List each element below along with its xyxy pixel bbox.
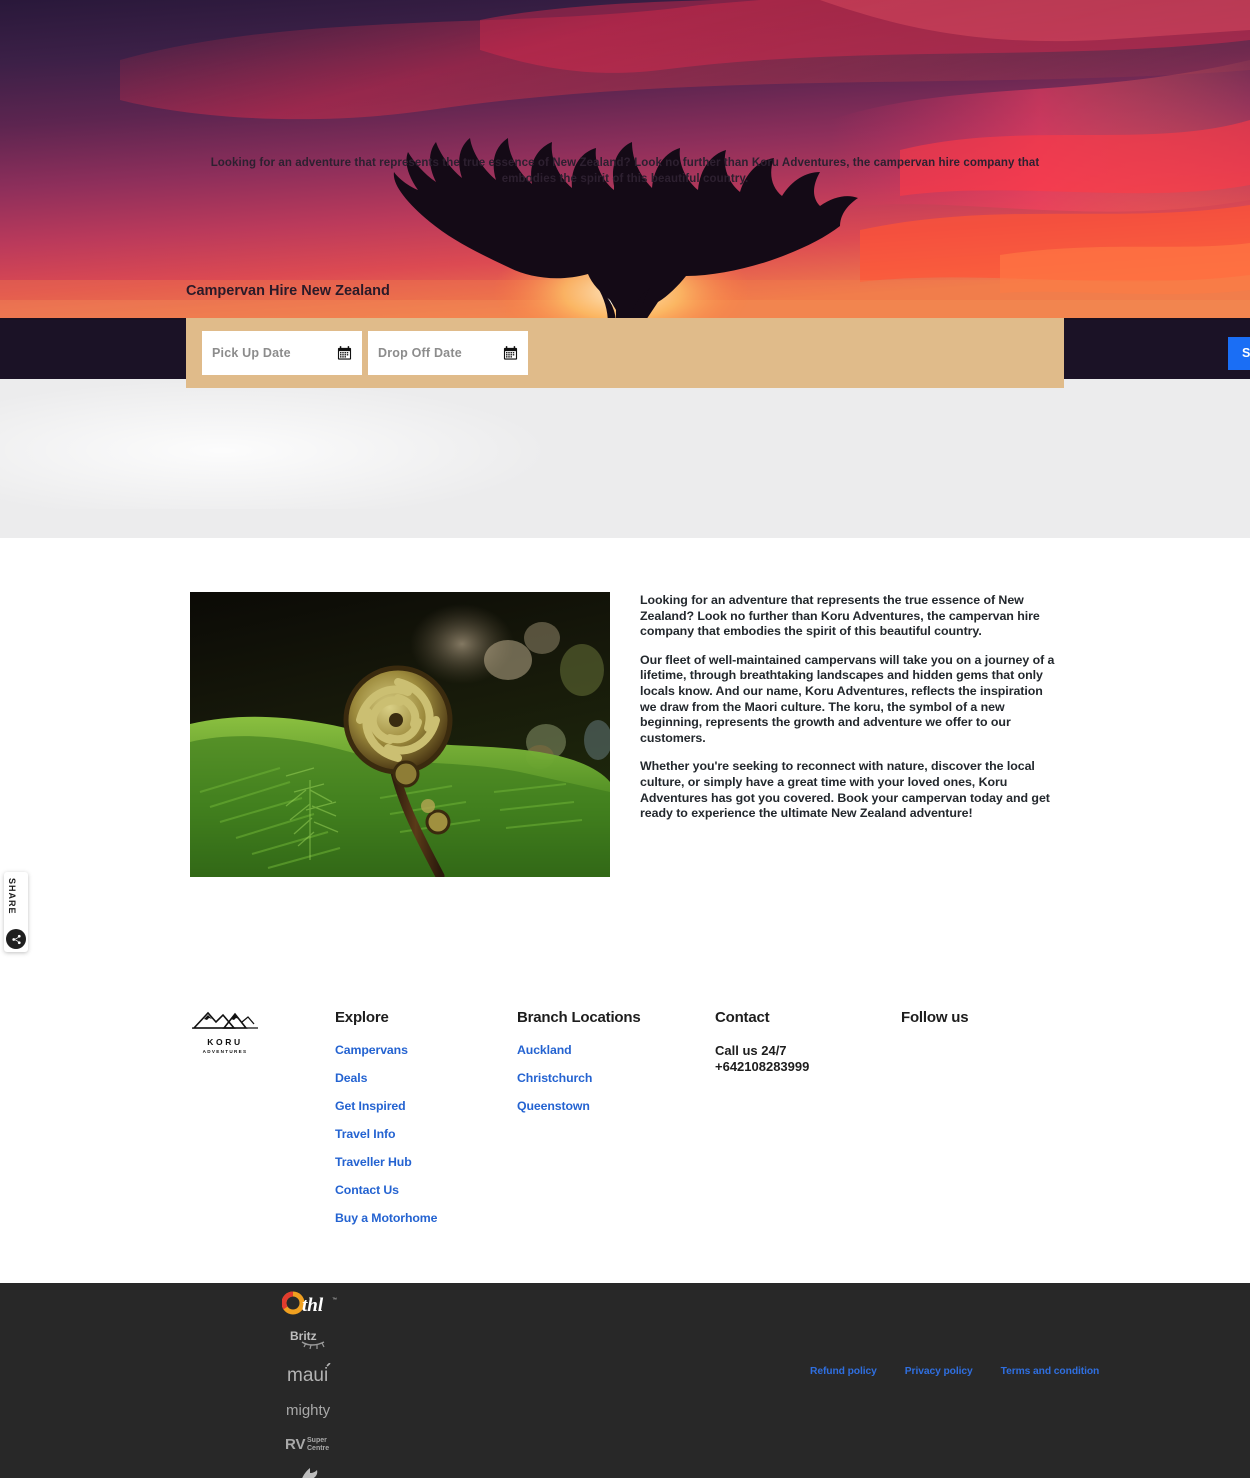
search-button[interactable]: Search [1228, 337, 1250, 370]
page-root: Looking for an adventure that represents… [0, 0, 1250, 1478]
about-paragraph-1: Looking for an adventure that represents… [640, 593, 1040, 639]
footer-column-follow: Follow us [901, 1009, 969, 1043]
about-text-block: Looking for an adventure that represents… [640, 593, 1062, 835]
footer-logo-name: KORU [207, 1037, 243, 1047]
svg-text:Centre: Centre [307, 1445, 329, 1452]
hero-overlay-text: Looking for an adventure that represents… [210, 157, 1040, 185]
calendar-icon[interactable] [337, 346, 352, 361]
footer-column-explore: Explore Campervans Deals Get Inspired Tr… [335, 1009, 437, 1239]
footer-heading-follow-us: Follow us [901, 1009, 969, 1026]
share-label: SHARE [7, 878, 17, 915]
footer-link-campervans[interactable]: Campervans [335, 1043, 437, 1057]
footer-link-christchurch[interactable]: Christchurch [517, 1071, 641, 1085]
footer-logo[interactable]: KORU ADVENTURES [190, 1008, 260, 1054]
hero-lower-grey-band [0, 379, 1250, 538]
footer-link-get-inspired[interactable]: Get Inspired [335, 1099, 437, 1113]
share-icon[interactable] [6, 929, 26, 949]
brand-logo-thl[interactable]: thl ™ [280, 1291, 340, 1320]
fern-photo [190, 592, 610, 877]
brand-logo-britz[interactable]: Britz [280, 1328, 340, 1355]
booking-search-bar: Pick Up Date Drop Off Date [186, 318, 1064, 388]
link-terms-and-condition[interactable]: Terms and condition [1001, 1366, 1100, 1377]
footer-heading-explore: Explore [335, 1009, 389, 1026]
svg-text:Super: Super [307, 1437, 327, 1444]
brand-logo-kea[interactable]: KEA [280, 1466, 340, 1478]
site-footer: KORU ADVENTURES Explore Campervans Deals… [0, 983, 1250, 1283]
about-paragraph-2: Our fleet of well-maintained campervans … [640, 652, 1055, 745]
share-widget[interactable]: SHARE [4, 872, 28, 952]
link-refund-policy[interactable]: Refund policy [810, 1366, 877, 1377]
svg-text:™: ™ [332, 1297, 337, 1303]
footer-column-branch-locations: Branch Locations Auckland Christchurch Q… [517, 1009, 641, 1127]
footer-link-travel-info[interactable]: Travel Info [335, 1127, 437, 1141]
koru-fern-image [190, 592, 610, 877]
mountains-icon [192, 1011, 258, 1029]
brand-logo-mighty[interactable]: mighty [280, 1398, 340, 1425]
brand-logo-rv-super-centre[interactable]: RV Super Centre [280, 1433, 340, 1458]
footer-call-label: Call us 24/7 [715, 1043, 787, 1058]
dropoff-date-field[interactable]: Drop Off Date [368, 331, 528, 375]
footer-link-queenstown[interactable]: Queenstown [517, 1099, 641, 1113]
footer-phone-number[interactable]: +642108283999 [715, 1059, 809, 1075]
footer-link-auckland[interactable]: Auckland [517, 1043, 641, 1057]
page-title: Campervan Hire New Zealand [186, 283, 390, 299]
svg-text:mighty: mighty [286, 1402, 331, 1419]
footer-link-buy-a-motorhome[interactable]: Buy a Motorhome [335, 1211, 437, 1225]
dropoff-date-placeholder: Drop Off Date [378, 346, 462, 360]
svg-text:thl: thl [302, 1295, 324, 1315]
link-privacy-policy[interactable]: Privacy policy [905, 1366, 973, 1377]
footer-heading-contact: Contact [715, 1009, 770, 1026]
footer-link-contact-us[interactable]: Contact Us [335, 1183, 437, 1197]
footer-heading-branch-locations: Branch Locations [517, 1009, 641, 1026]
svg-text:maui: maui [287, 1365, 328, 1385]
svg-text:Britz: Britz [290, 1329, 317, 1343]
pickup-date-field[interactable]: Pick Up Date [202, 331, 362, 375]
footer-column-contact: Contact Call us 24/7 +642108283999 [715, 1009, 809, 1075]
svg-text:RV: RV [285, 1436, 306, 1453]
about-paragraph-3: Whether you're seeking to reconnect with… [640, 759, 1050, 821]
footer-logo-sub: ADVENTURES [202, 1049, 248, 1054]
pickup-date-placeholder: Pick Up Date [212, 346, 291, 360]
footer-link-traveller-hub[interactable]: Traveller Hub [335, 1155, 437, 1169]
main-content: Looking for an adventure that represents… [0, 538, 1250, 983]
hero-banner: Looking for an adventure that represents… [0, 0, 1250, 330]
footer-link-deals[interactable]: Deals [335, 1071, 437, 1085]
calendar-icon[interactable] [503, 346, 518, 361]
brand-logo-maui[interactable]: maui [280, 1362, 340, 1390]
brand-logo-list: thl ™ Britz maui mighty RV Super Centre [280, 1291, 340, 1478]
policy-links: Refund policy Privacy policy Terms and c… [810, 1366, 1099, 1377]
bottom-bar: thl ™ Britz maui mighty RV Super Centre [0, 1283, 1250, 1478]
